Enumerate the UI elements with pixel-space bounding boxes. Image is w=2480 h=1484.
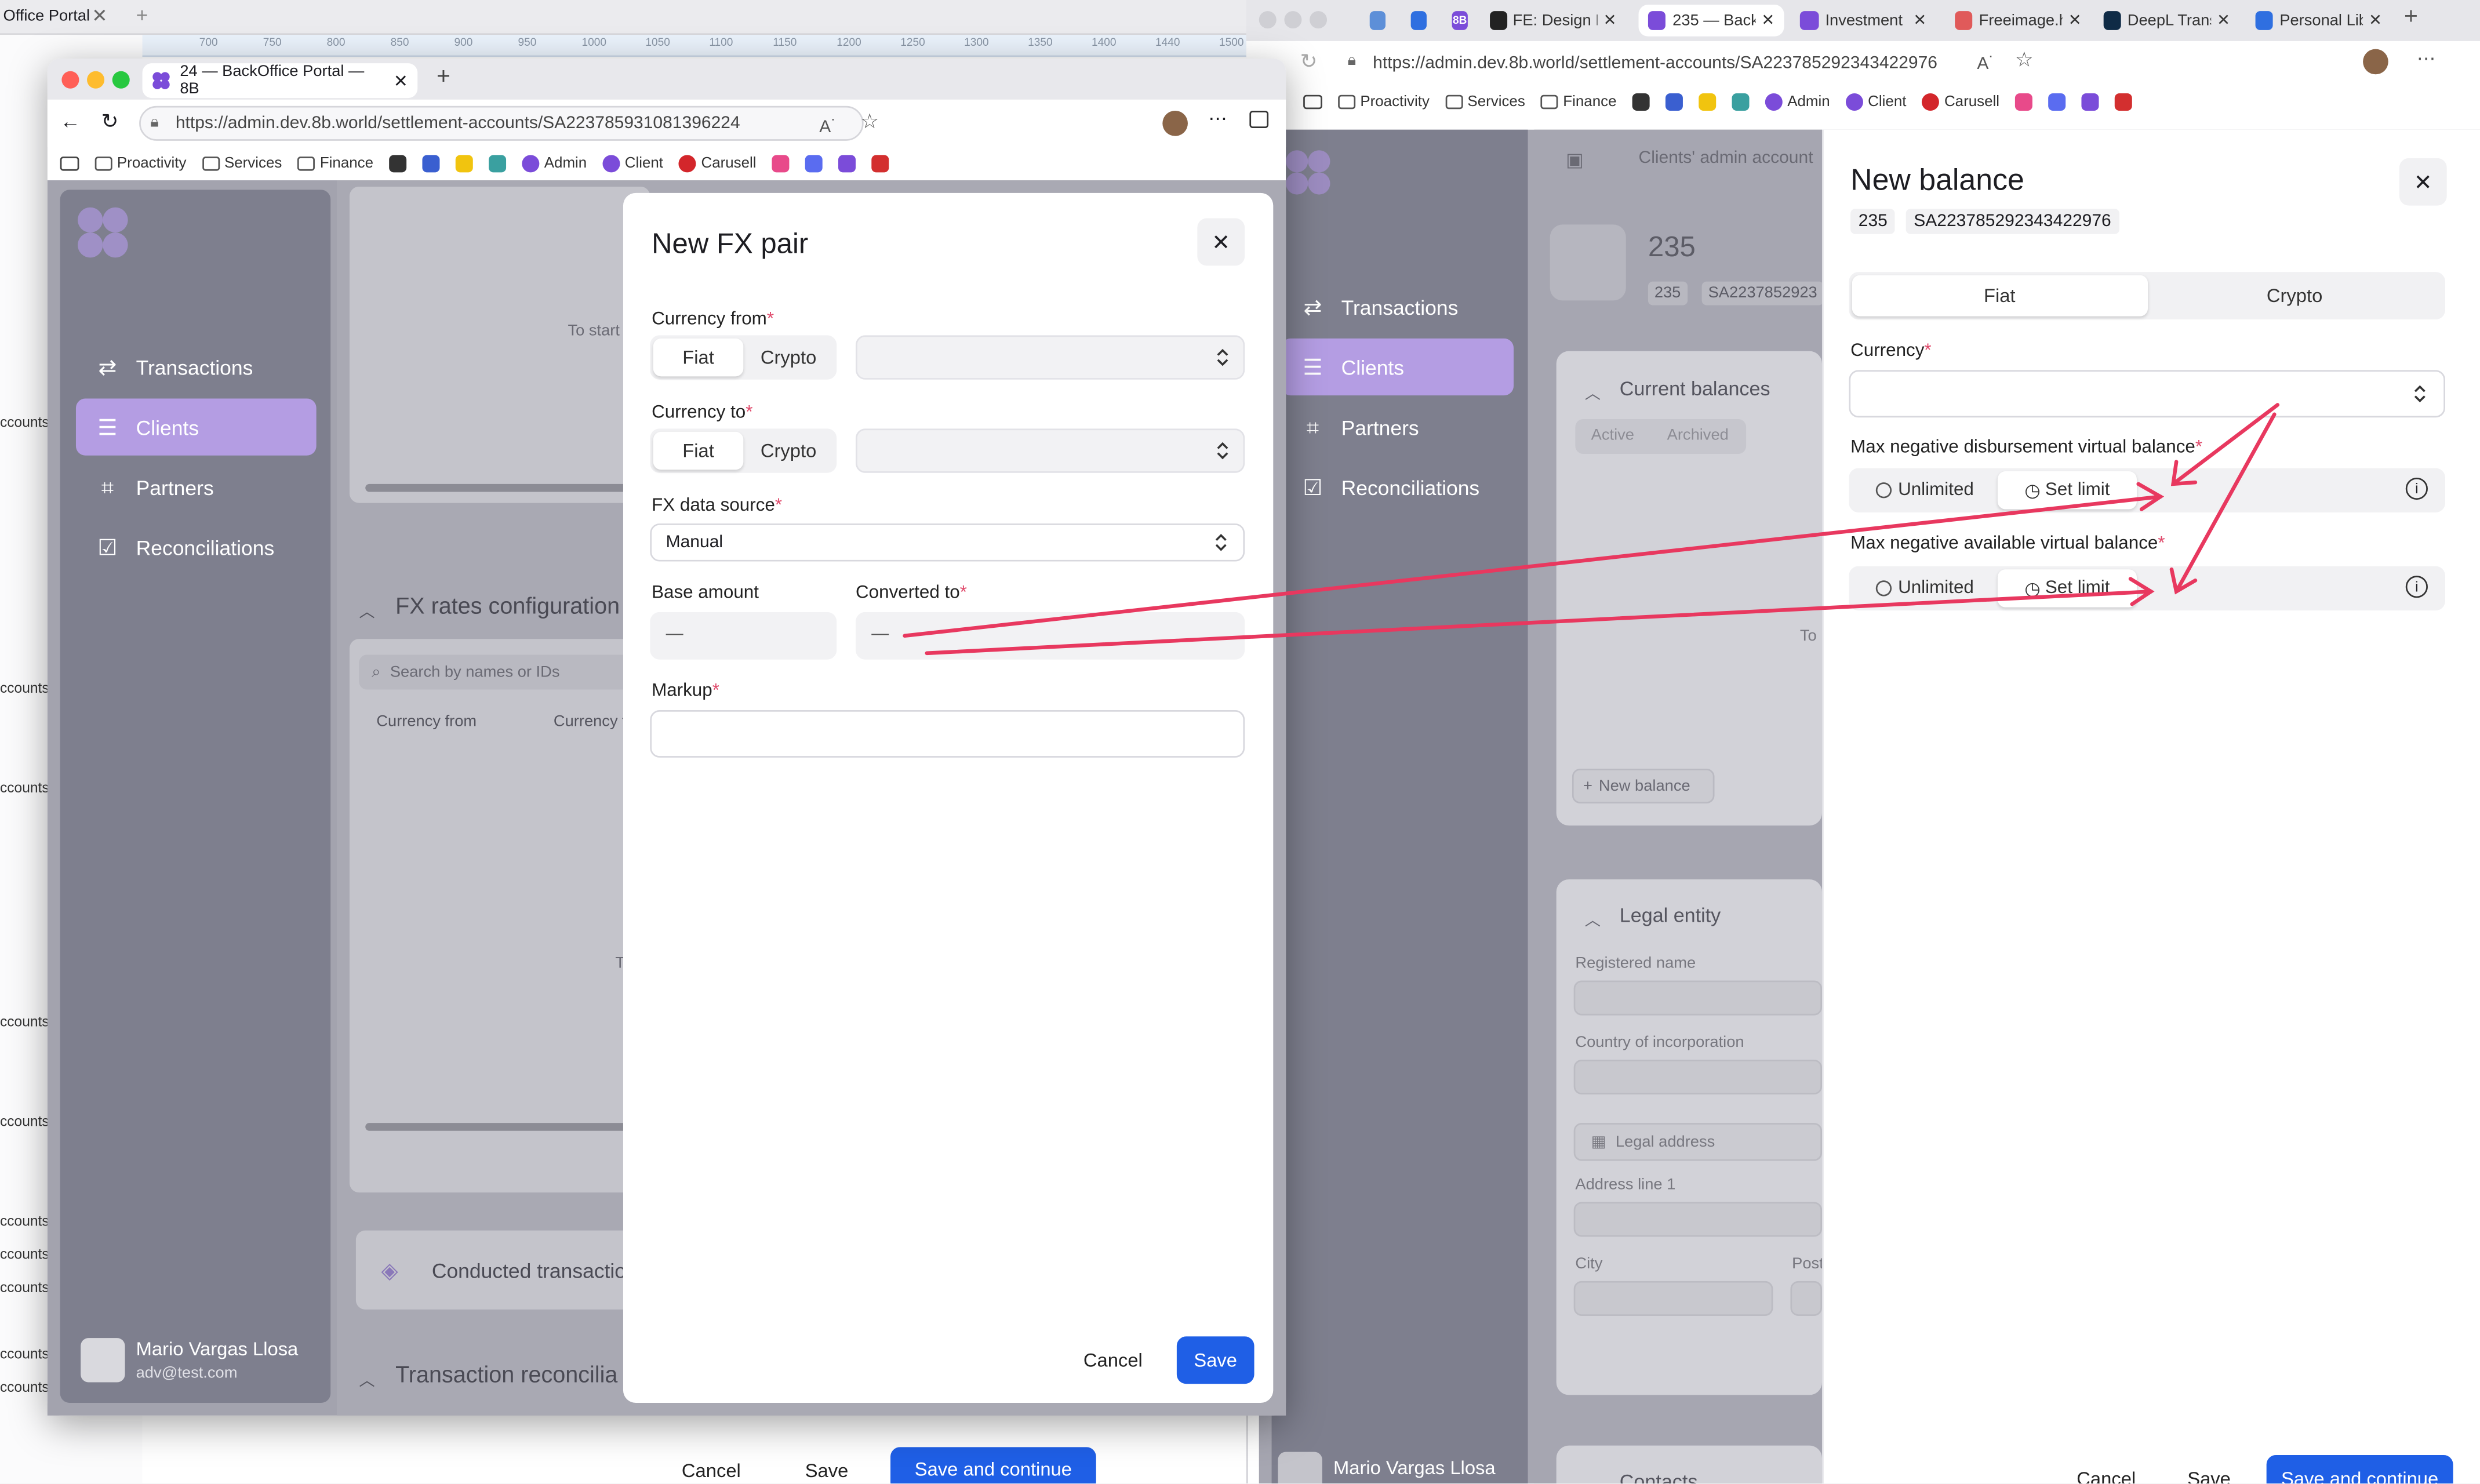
annotation-arrow [925, 590, 2153, 656]
annotation-arrows [903, 403, 2280, 656]
annotation-arrow [2174, 412, 2277, 594]
annotation-arrow [903, 494, 2163, 638]
annotation-arrow [2171, 403, 2280, 486]
